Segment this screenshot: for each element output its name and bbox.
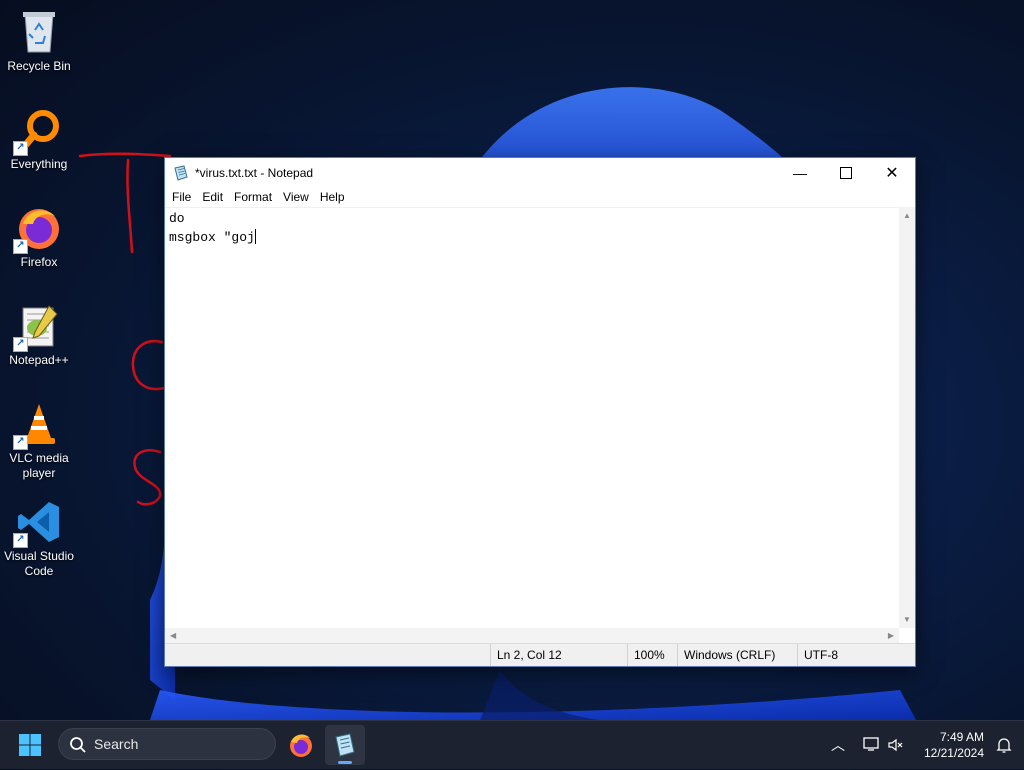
- firefox-icon: [290, 734, 312, 757]
- vlc-icon: ↗: [13, 400, 63, 450]
- taskbar-search-box[interactable]: Search: [58, 728, 276, 760]
- shortcut-arrow-icon: ↗: [13, 533, 28, 548]
- notepad-app-icon: [174, 164, 188, 181]
- taskbar-notepad[interactable]: [325, 725, 365, 765]
- text-editor[interactable]: do msgbox "goj: [165, 207, 899, 628]
- desktop-icon-label: Notepad++: [9, 353, 69, 367]
- window-title: *virus.txt.txt - Notepad: [195, 165, 314, 180]
- scroll-right-icon[interactable]: ▶: [888, 631, 894, 640]
- horizontal-scrollbar[interactable]: ◀ ▶: [165, 628, 899, 644]
- notepad-window[interactable]: *virus.txt.txt - Notepad — ✕ File Edit F…: [164, 157, 916, 667]
- taskbar-clock[interactable]: 7:49 AM 12/21/2024: [924, 729, 984, 761]
- firefox-icon: ↗: [13, 204, 63, 254]
- desktop-icon-firefox[interactable]: ↗ Firefox: [0, 196, 78, 270]
- editor-line-current: msgbox "goj: [169, 228, 895, 247]
- close-button[interactable]: ✕: [869, 158, 915, 187]
- status-line-ending: Windows (CRLF): [677, 644, 775, 666]
- shortcut-arrow-icon: ↗: [13, 337, 28, 352]
- menu-bar: File Edit Format View Help: [165, 187, 915, 207]
- menu-format[interactable]: Format: [230, 190, 279, 204]
- text-caret: [254, 229, 256, 244]
- notepad-app-icon: [335, 733, 355, 757]
- title-bar[interactable]: *virus.txt.txt - Notepad — ✕: [165, 158, 915, 187]
- desktop-icon-recycle-bin[interactable]: Recycle Bin: [0, 0, 78, 74]
- vertical-scrollbar[interactable]: ▲ ▼: [899, 207, 915, 628]
- minimize-button[interactable]: —: [777, 158, 823, 187]
- notepad-plus-plus-icon: ↗: [13, 302, 63, 352]
- desktop-icon-label: VLC media player: [9, 451, 69, 480]
- minimize-icon: —: [793, 164, 807, 181]
- clock-date: 12/21/2024: [923, 746, 984, 760]
- taskbar: Search ︿ 7:49 AM 12/21/2024: [0, 720, 1024, 769]
- network-icon[interactable]: [863, 736, 881, 752]
- desktop-icon-label: Firefox: [20, 255, 58, 269]
- status-cursor-position: Ln 2, Col 12: [490, 644, 562, 666]
- desktop-icon-everything[interactable]: ↗ Everything: [0, 98, 78, 172]
- menu-help[interactable]: Help: [316, 190, 352, 204]
- scroll-down-icon[interactable]: ▼: [903, 615, 911, 624]
- menu-file[interactable]: File: [168, 190, 198, 204]
- start-button[interactable]: [18, 733, 42, 757]
- taskbar-firefox[interactable]: [281, 725, 321, 765]
- desktop-icon-label: Recycle Bin: [7, 59, 71, 73]
- scroll-left-icon[interactable]: ◀: [170, 631, 176, 640]
- clock-time: 7:49 AM: [939, 730, 984, 744]
- active-app-indicator: [338, 761, 352, 764]
- maximize-button[interactable]: [823, 158, 869, 187]
- close-icon: ✕: [885, 164, 899, 182]
- shortcut-arrow-icon: ↗: [13, 141, 28, 156]
- shortcut-arrow-icon: ↗: [13, 239, 28, 254]
- volume-muted-icon[interactable]: [887, 737, 903, 753]
- recycle-bin-icon: [15, 8, 63, 56]
- desktop-icon-label: Visual Studio Code: [4, 549, 74, 578]
- status-encoding: UTF-8: [797, 644, 838, 666]
- search-icon: [70, 737, 86, 753]
- maximize-icon: [840, 166, 852, 179]
- search-label: Search: [94, 736, 139, 752]
- desktop-icon-vscode[interactable]: ↗ Visual Studio Code: [0, 490, 78, 579]
- editor-line: do: [169, 211, 185, 226]
- status-zoom: 100%: [627, 644, 665, 666]
- notification-bell-icon[interactable]: [996, 736, 1012, 754]
- menu-view[interactable]: View: [279, 190, 316, 204]
- editor-line: msgbox "goj: [169, 230, 255, 245]
- menu-edit[interactable]: Edit: [198, 190, 230, 204]
- vscode-icon: ↗: [13, 498, 63, 548]
- desktop-icon-notepad-plus-plus[interactable]: ↗ Notepad++: [0, 294, 78, 368]
- desktop-icon-label: Everything: [10, 157, 68, 171]
- scroll-up-icon[interactable]: ▲: [903, 211, 911, 220]
- shortcut-arrow-icon: ↗: [13, 435, 28, 450]
- everything-search-icon: ↗: [13, 106, 63, 156]
- desktop-icon-vlc[interactable]: ↗ VLC media player: [0, 392, 78, 481]
- show-hidden-icons-chevron-icon[interactable]: ︿: [831, 735, 845, 755]
- status-bar: Ln 2, Col 12 100% Windows (CRLF) UTF-8: [165, 643, 915, 666]
